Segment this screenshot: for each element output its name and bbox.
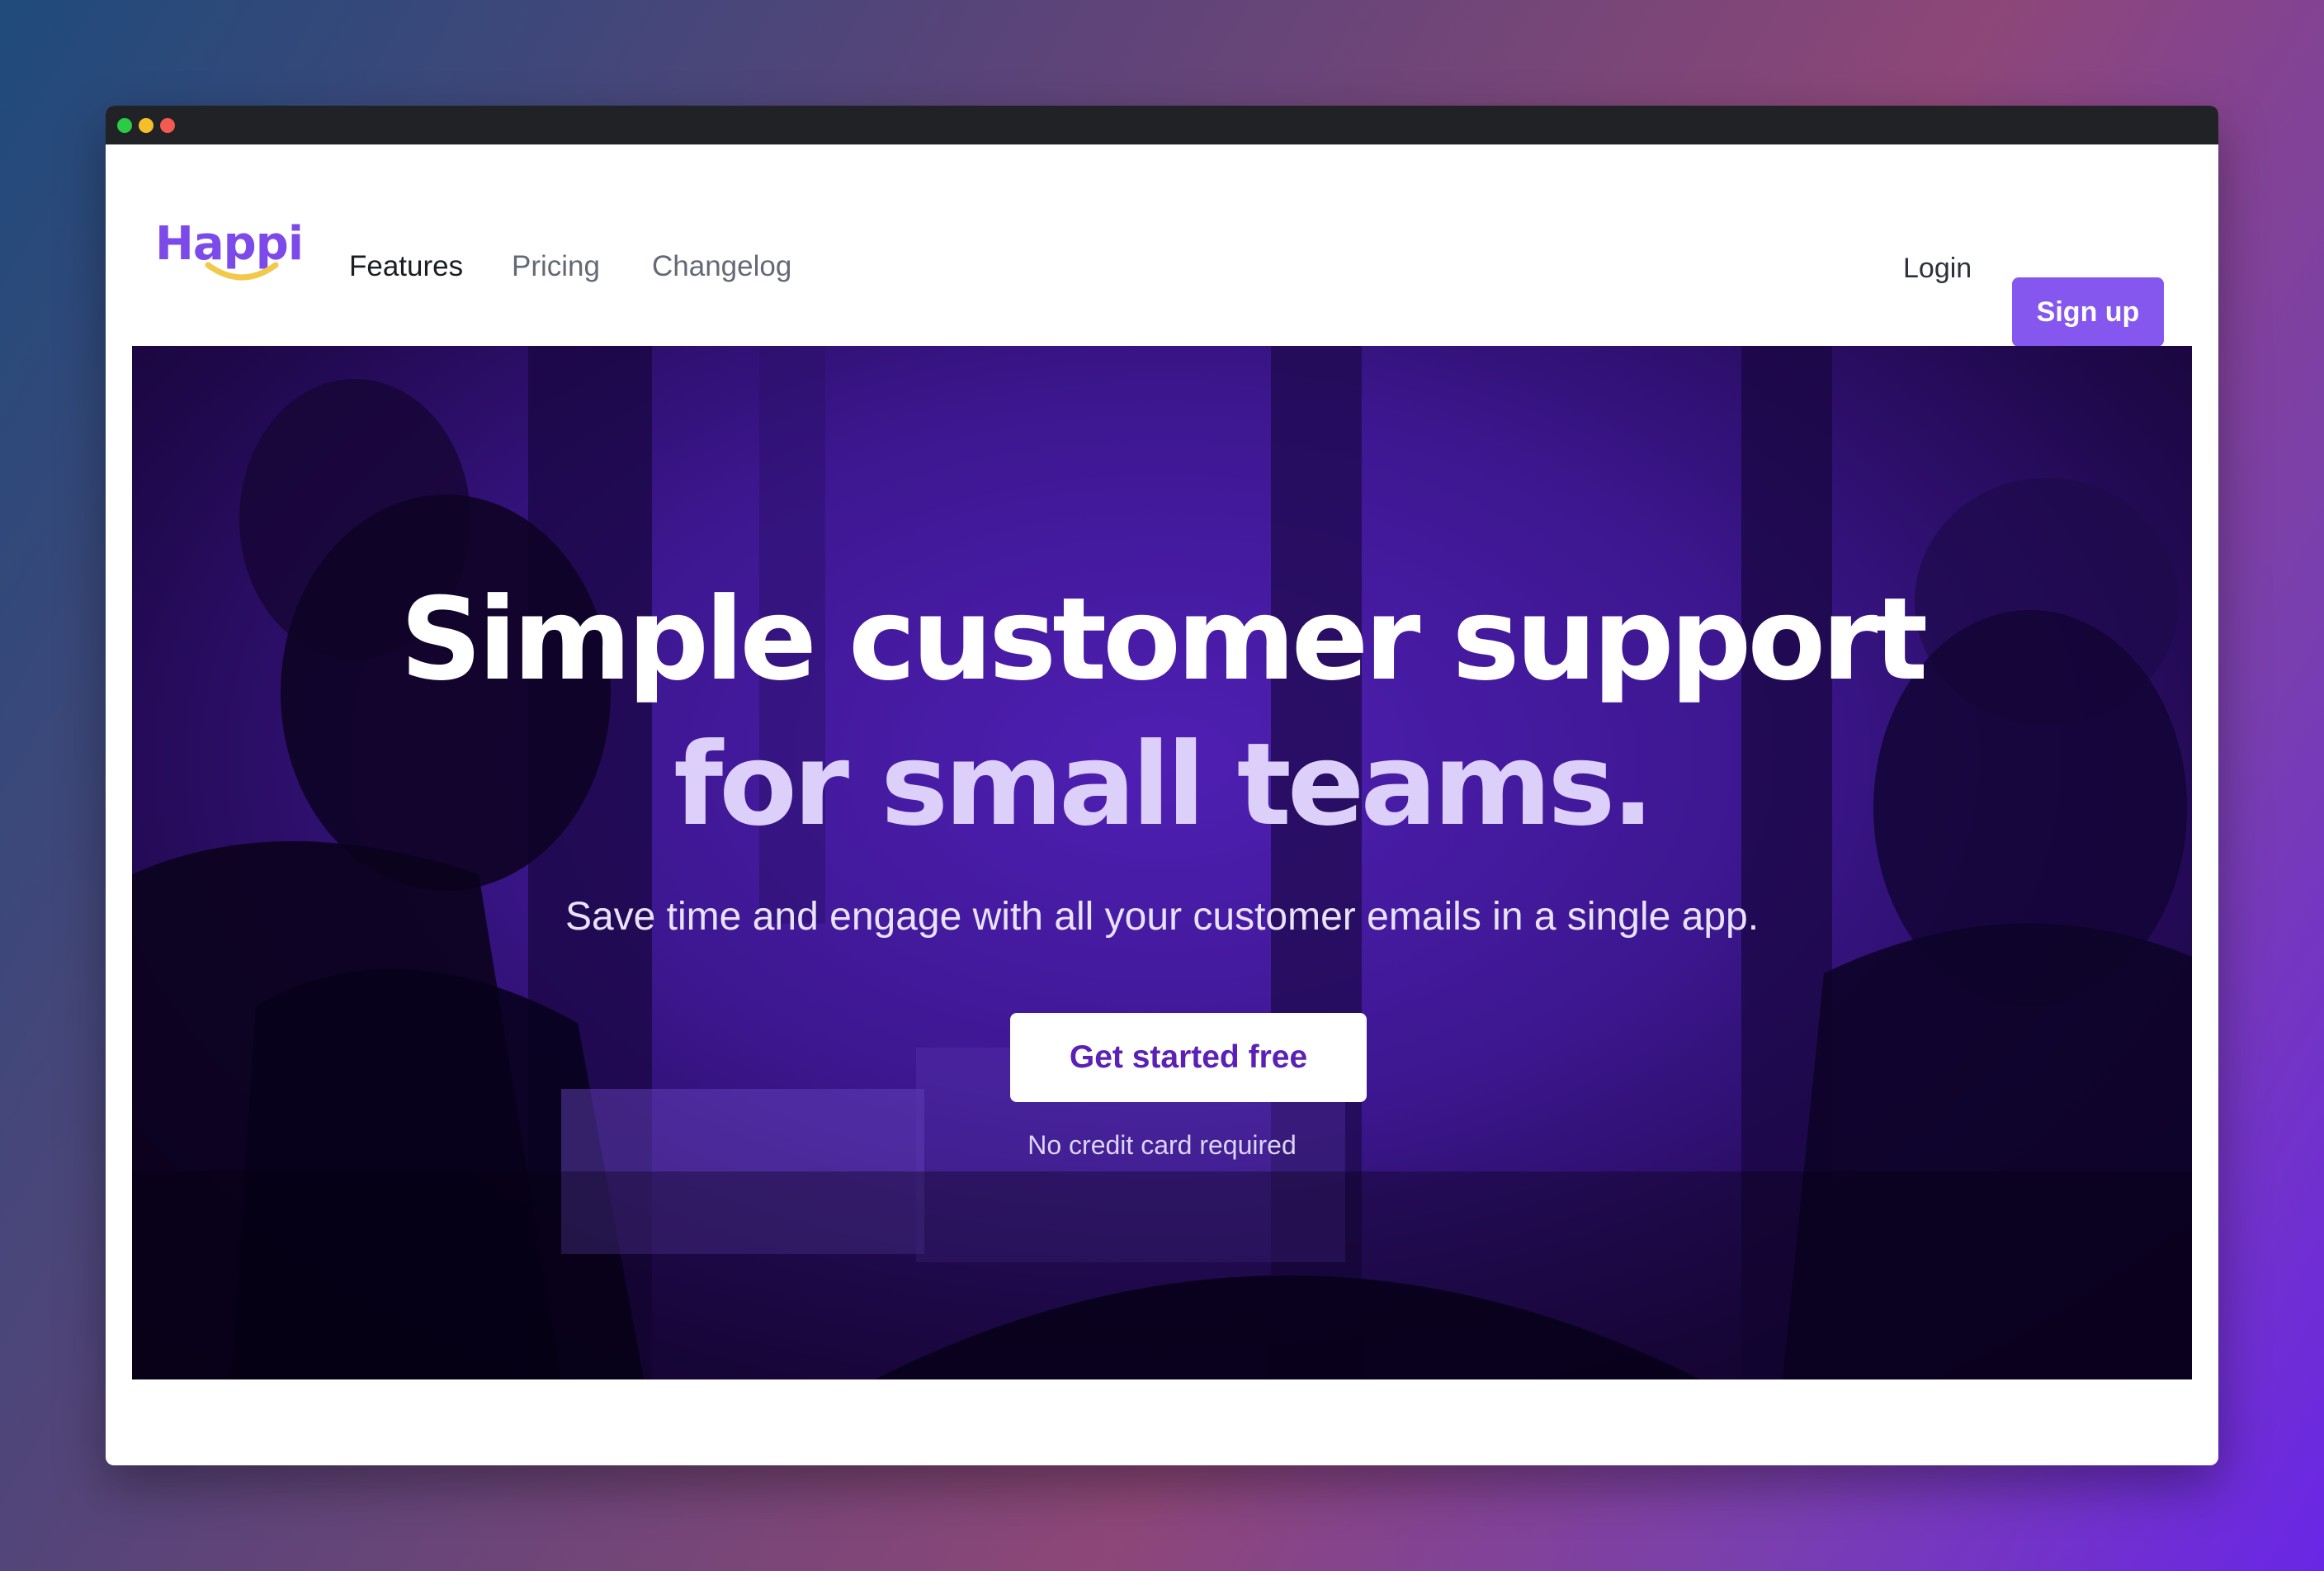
window-maximize-button[interactable]	[117, 118, 132, 133]
hero-subtitle: Save time and engage with all your custo…	[564, 895, 1760, 939]
window-minimize-button[interactable]	[139, 118, 154, 133]
nav-link-changelog[interactable]: Changelog	[652, 250, 791, 283]
smile-icon	[205, 262, 279, 281]
hero-title: Simple customer support for small teams.	[132, 567, 2192, 858]
nav-link-pricing[interactable]: Pricing	[512, 250, 600, 283]
login-link[interactable]: Login	[1903, 253, 1972, 285]
hero-title-line2: for small teams.	[673, 718, 1655, 851]
window-titlebar	[106, 106, 2218, 144]
signup-button[interactable]: Sign up	[2012, 277, 2164, 347]
hero-background-photo	[132, 346, 2192, 1379]
hero-title-line1: Simple customer support	[399, 573, 1928, 706]
site-header: Happi Features Pricing Changelog Login	[106, 144, 2218, 343]
get-started-button[interactable]: Get started free	[1010, 1013, 1367, 1102]
window-close-button[interactable]	[160, 118, 175, 133]
browser-window: Happi Features Pricing Changelog Login S…	[106, 106, 2218, 1465]
hero-section: Simple customer support for small teams.…	[132, 346, 2192, 1379]
nav-link-features[interactable]: Features	[349, 250, 463, 283]
cta-note: No credit card required	[1027, 1130, 1297, 1160]
brand-logo[interactable]: Happi	[155, 217, 320, 308]
